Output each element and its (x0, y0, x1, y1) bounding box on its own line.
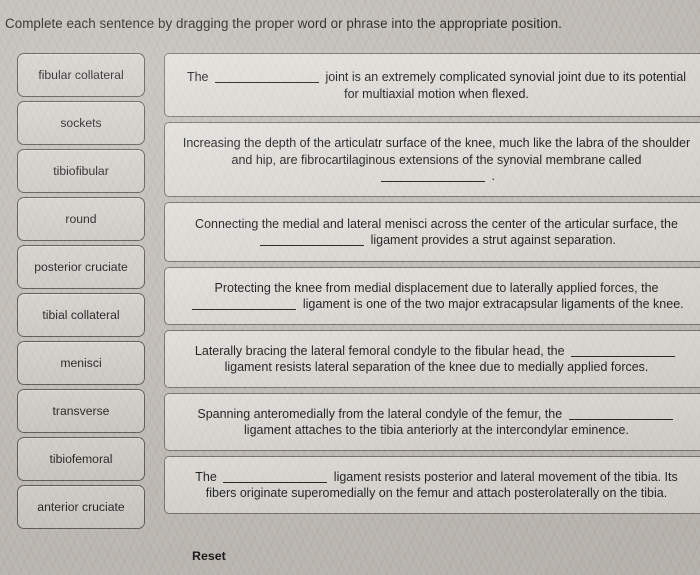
sentence-text-post: ligament provides a strut against separa… (370, 233, 616, 247)
drop-target-blank-2[interactable] (381, 169, 486, 182)
word-chip-sockets[interactable]: sockets (17, 101, 145, 145)
sentence-text-post: ligament resists lateral separation of t… (224, 360, 649, 374)
word-chip-transverse[interactable]: transverse (17, 389, 145, 433)
sentence-row-6[interactable]: Spanning anteromedially from the lateral… (164, 392, 700, 451)
word-bank: fibular collateral sockets tibiofibular … (17, 53, 145, 533)
reset-button[interactable]: Reset (192, 549, 226, 563)
instruction-text: Complete each sentence by dragging the p… (5, 16, 562, 31)
word-chip-label: transverse (52, 404, 110, 418)
drop-target-blank-6[interactable] (568, 407, 673, 420)
sentence-text-pre: Protecting the knee from medial displace… (214, 280, 659, 295)
sentence-list: The joint is an extremely complicated sy… (164, 53, 700, 519)
word-chip-tibiofibular[interactable]: tibiofibular (17, 149, 145, 193)
word-chip-posterior-cruciate[interactable]: posterior cruciate (17, 245, 145, 289)
word-chip-fibular-collateral[interactable]: fibular collateral (17, 53, 145, 97)
sentence-text-pre: Connecting the medial and lateral menisc… (195, 216, 678, 231)
drop-target-blank-4[interactable] (192, 297, 297, 310)
sentence-row-2[interactable]: Increasing the depth of the articulatr s… (164, 122, 700, 197)
word-chip-anterior-cruciate[interactable]: anterior cruciate (17, 485, 145, 529)
sentence-text-pre: Spanning anteromedially from the lateral… (197, 406, 563, 421)
word-chip-label: posterior cruciate (34, 260, 128, 274)
sentence-text-pre: The (195, 469, 217, 484)
word-chip-tibial-collateral[interactable]: tibial collateral (17, 293, 145, 337)
word-chip-label: tibiofibular (53, 164, 109, 178)
sentence-text-post: ligament attaches to the tibia anteriorl… (244, 423, 629, 437)
drop-target-blank-1[interactable] (214, 70, 319, 83)
drop-target-blank-3[interactable] (260, 233, 365, 246)
word-chip-round[interactable]: round (17, 197, 145, 241)
assessment-page: Complete each sentence by dragging the p… (0, 0, 700, 575)
word-chip-menisci[interactable]: menisci (17, 341, 145, 385)
drop-target-blank-7[interactable] (223, 470, 328, 483)
sentence-text-pre: The (186, 70, 209, 84)
sentence-text-pre: Increasing the depth of the articulatr s… (182, 136, 691, 167)
word-chip-label: anterior cruciate (37, 500, 125, 514)
sentence-row-3[interactable]: Connecting the medial and lateral menisc… (164, 201, 700, 262)
sentence-row-7[interactable]: The ligament resists posterior and later… (164, 455, 700, 514)
word-chip-label: fibular collateral (38, 68, 124, 82)
word-chip-label: tibiofemoral (49, 452, 113, 466)
sentence-text-post: . (491, 169, 495, 183)
word-chip-label: sockets (60, 116, 102, 130)
word-chip-label: round (65, 212, 97, 226)
sentence-row-4[interactable]: Protecting the knee from medial displace… (164, 266, 700, 325)
sentence-text-post: ligament is one of the two major extraca… (302, 297, 684, 311)
word-chip-label: tibial collateral (42, 308, 120, 322)
word-chip-label: menisci (60, 356, 102, 370)
sentence-text-post: joint is an extremely complicated synovi… (325, 70, 687, 101)
sentence-row-1[interactable]: The joint is an extremely complicated sy… (164, 53, 700, 117)
word-chip-tibiofemoral[interactable]: tibiofemoral (17, 437, 145, 481)
sentence-row-5[interactable]: Laterally bracing the lateral femoral co… (164, 329, 700, 388)
sentence-text-pre: Laterally bracing the lateral femoral co… (194, 343, 565, 358)
drop-target-blank-5[interactable] (571, 344, 676, 357)
